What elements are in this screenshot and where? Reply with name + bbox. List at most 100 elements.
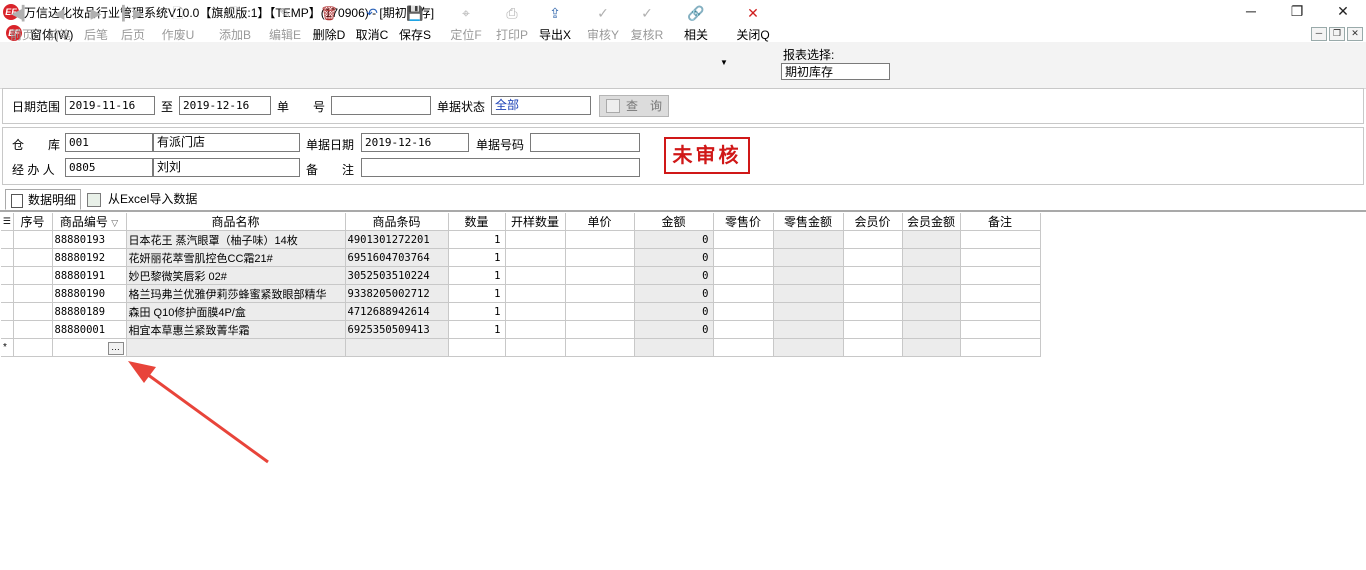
col-header-remark[interactable]: 备注 <box>960 213 1041 231</box>
col-header-member-amount[interactable]: 会员金额 <box>902 213 961 231</box>
mdi-minimize-icon[interactable]: ─ <box>1311 27 1327 41</box>
locate-button[interactable]: ⌖ 定位F <box>447 4 485 43</box>
col-header-code[interactable]: 商品编号 ▽ <box>52 213 127 231</box>
col-header-retail-amount[interactable]: 零售金额 <box>773 213 844 231</box>
doc-number-field[interactable] <box>530 133 640 152</box>
remark-field[interactable] <box>361 158 640 177</box>
cell-barcode[interactable]: 6925350509413 <box>345 320 449 339</box>
warehouse-name-field[interactable]: 有派门店 <box>153 133 300 152</box>
cell-name[interactable]: 格兰玛弗兰优雅伊莉莎蜂蜜紧致眼部精华 <box>126 284 346 303</box>
close-button[interactable]: ✕ 关闭Q <box>734 4 772 43</box>
table-row[interactable]: 88880189 森田 Q10修护面膜4P/盒 4712688942614 1 … <box>1 302 1041 321</box>
cell-name[interactable]: 相宜本草惠兰紧致菁华霜 <box>126 320 346 339</box>
filter-icon[interactable]: ▽ <box>111 218 118 228</box>
grid-menu-icon[interactable]: ☰ <box>1 213 14 231</box>
mdi-restore-icon[interactable]: ❐ <box>1329 27 1345 41</box>
table-row[interactable]: 88880193 日本花王 蒸汽眼罩（柚子味）14枚 4901301272201… <box>1 230 1041 249</box>
cell-barcode[interactable]: 3052503510224 <box>345 266 449 285</box>
cell-amount[interactable]: 0 <box>634 302 714 321</box>
cell-amount[interactable]: 0 <box>634 248 714 267</box>
col-header-member-price[interactable]: 会员价 <box>843 213 903 231</box>
cell-name[interactable]: 日本花王 蒸汽眼罩（柚子味）14枚 <box>126 230 346 249</box>
minimize-icon[interactable]: ─ <box>1228 0 1274 24</box>
col-header-seq[interactable]: 序号 <box>13 213 53 231</box>
audit-button[interactable]: ✓ 审核Y <box>584 4 622 43</box>
handler-code-field[interactable]: 0805 <box>65 158 153 177</box>
cell-name[interactable]: 妙巴黎微笑唇彩 02# <box>126 266 346 285</box>
void-button[interactable]: 🗋 作废U <box>159 4 197 43</box>
cell-barcode[interactable]: 6951604703764 <box>345 248 449 267</box>
prev-record-button[interactable]: ◀ 前笔 <box>43 4 75 43</box>
tab-excel-import[interactable]: 从Excel导入数据 <box>87 189 197 210</box>
col-header-retail-price[interactable]: 零售价 <box>713 213 774 231</box>
export-button[interactable]: ⇪ 导出X <box>536 4 574 43</box>
cell-qty[interactable]: 1 <box>448 302 506 321</box>
delete-button[interactable]: 🗑 删除D <box>310 4 348 43</box>
last-page-button[interactable]: ▎▶ 后页 <box>117 4 149 43</box>
doc-no-field[interactable] <box>331 96 431 115</box>
print-button[interactable]: ⎙ 打印P <box>493 4 531 43</box>
to-label: 至 <box>161 100 174 114</box>
ellipsis-button[interactable]: … <box>107 342 124 355</box>
new-row[interactable]: * … <box>1 338 1041 357</box>
new-row-code-cell[interactable]: … <box>52 338 127 357</box>
cell-amount[interactable]: 0 <box>634 230 714 249</box>
close-window-icon[interactable]: ✕ <box>1320 0 1366 24</box>
cancel-button[interactable]: ↶ 取消C <box>353 4 391 43</box>
col-header-unit-price[interactable]: 单价 <box>565 213 635 231</box>
cell-amount[interactable]: 0 <box>634 284 714 303</box>
edit-button[interactable]: ✎ 编辑E <box>266 4 304 43</box>
cell-code[interactable]: 88880192 <box>52 248 127 267</box>
cell-barcode[interactable]: 4712688942614 <box>345 302 449 321</box>
cell-amount[interactable]: 0 <box>634 266 714 285</box>
first-page-button[interactable]: ◀▎ 前页 <box>6 4 38 43</box>
col-header-amount[interactable]: 金额 <box>634 213 714 231</box>
table-row[interactable]: 88880191 妙巴黎微笑唇彩 02# 3052503510224 1 0 <box>1 266 1041 285</box>
save-button[interactable]: 💾 保存S <box>396 4 434 43</box>
tab-data-detail[interactable]: 数据明细 <box>5 189 82 210</box>
related-dropdown-icon[interactable]: ▼ <box>720 58 728 67</box>
table-row[interactable]: 88880001 相宜本草惠兰紧致菁华霜 6925350509413 1 0 <box>1 320 1041 339</box>
add-button[interactable]: 🗋 添加B <box>216 4 254 43</box>
col-header-sample-qty[interactable]: 开样数量 <box>505 213 566 231</box>
cell-code[interactable]: 88880190 <box>52 284 127 303</box>
cell-qty[interactable]: 1 <box>448 320 506 339</box>
cell-code[interactable]: 88880189 <box>52 302 127 321</box>
cell-code[interactable]: 88880001 <box>52 320 127 339</box>
query-button[interactable]: 查 询 <box>599 95 669 117</box>
cell-qty[interactable]: 1 <box>448 248 506 267</box>
col-header-qty[interactable]: 数量 <box>448 213 506 231</box>
cell-barcode[interactable]: 4901301272201 <box>345 230 449 249</box>
handler-name-field[interactable]: 刘刘 <box>153 158 300 177</box>
report-select[interactable]: 期初库存 <box>781 63 890 80</box>
doc-status-select[interactable]: 全部 <box>491 96 591 115</box>
maximize-icon[interactable]: ❐ <box>1274 0 1320 24</box>
tab-bar <box>0 188 1366 211</box>
table-row[interactable]: 88880192 花妍丽花萃雪肌控色CC霜21# 6951604703764 1… <box>1 248 1041 267</box>
doc-status-label: 单据状态 <box>437 100 486 114</box>
cell-qty[interactable]: 1 <box>448 266 506 285</box>
col-header-barcode[interactable]: 商品条码 <box>345 213 449 231</box>
cell-qty[interactable]: 1 <box>448 284 506 303</box>
cell-barcode[interactable]: 9338205002712 <box>345 284 449 303</box>
date-to-field[interactable]: 2019-12-16 <box>179 96 271 115</box>
col-header-name[interactable]: 商品名称 <box>126 213 346 231</box>
cell-qty[interactable]: 1 <box>448 230 506 249</box>
cell-code[interactable]: 88880191 <box>52 266 127 285</box>
new-row-marker: * <box>1 338 14 357</box>
cell-name[interactable]: 花妍丽花萃雪肌控色CC霜21# <box>126 248 346 267</box>
toolbar <box>0 42 1366 89</box>
cell-amount[interactable]: 0 <box>634 320 714 339</box>
doc-date-field[interactable]: 2019-12-16 <box>361 133 469 152</box>
next-record-button[interactable]: ▶ 后笔 <box>80 4 112 43</box>
cell-code[interactable]: 88880193 <box>52 230 127 249</box>
date-from-field[interactable]: 2019-11-16 <box>65 96 155 115</box>
recheck-button[interactable]: ✓ 复核R <box>628 4 666 43</box>
recheck-icon: ✓ <box>641 5 653 21</box>
date-range-label: 日期范围 <box>12 100 61 114</box>
table-row[interactable]: 88880190 格兰玛弗兰优雅伊莉莎蜂蜜紧致眼部精华 933820500271… <box>1 284 1041 303</box>
related-button[interactable]: 🔗 相关 <box>678 4 714 43</box>
cell-name[interactable]: 森田 Q10修护面膜4P/盒 <box>126 302 346 321</box>
mdi-close-icon[interactable]: ✕ <box>1347 27 1363 41</box>
warehouse-code-field[interactable]: 001 <box>65 133 153 152</box>
